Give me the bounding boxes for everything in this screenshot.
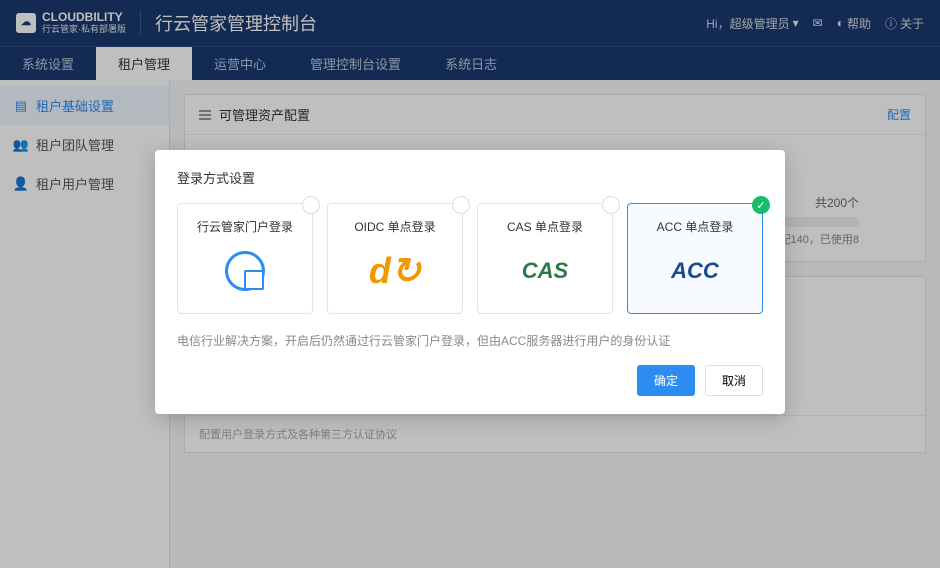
modal-title: 登录方式设置 xyxy=(177,168,763,187)
login-card-3[interactable]: ACC 单点登录 ACC xyxy=(627,203,763,314)
card-label: 行云管家门户登录 xyxy=(186,218,304,235)
cas-icon: CAS xyxy=(522,258,568,284)
radio-icon xyxy=(302,196,320,214)
oidc-icon: d↻ xyxy=(369,250,421,292)
card-label: ACC 单点登录 xyxy=(636,218,754,235)
card-label: CAS 单点登录 xyxy=(486,218,604,235)
login-card-0[interactable]: 行云管家门户登录 xyxy=(177,203,313,314)
radio-icon xyxy=(752,196,770,214)
modal-overlay: 登录方式设置 行云管家门户登录 OIDC 单点登录 d↻ CAS 单点登录 CAS ACC… xyxy=(0,0,940,568)
cancel-button[interactable]: 取消 xyxy=(705,365,763,396)
acc-icon: ACC xyxy=(671,258,719,284)
login-card-1[interactable]: OIDC 单点登录 d↻ xyxy=(327,203,463,314)
login-method-cards: 行云管家门户登录OIDC 单点登录d↻CAS 单点登录CASACC 单点登录AC… xyxy=(177,203,763,314)
globe-icon xyxy=(225,251,265,291)
modal-description: 电信行业解决方案，开启后仍然通过行云管家门户登录，但由ACC服务器进行用户的身份… xyxy=(177,332,763,349)
radio-icon xyxy=(452,196,470,214)
ok-button[interactable]: 确定 xyxy=(637,365,695,396)
radio-icon xyxy=(602,196,620,214)
login-card-2[interactable]: CAS 单点登录 CAS xyxy=(477,203,613,314)
login-method-modal: 登录方式设置 行云管家门户登录 OIDC 单点登录 d↻ CAS 单点登录 CAS ACC… xyxy=(155,150,785,414)
card-label: OIDC 单点登录 xyxy=(336,218,454,235)
